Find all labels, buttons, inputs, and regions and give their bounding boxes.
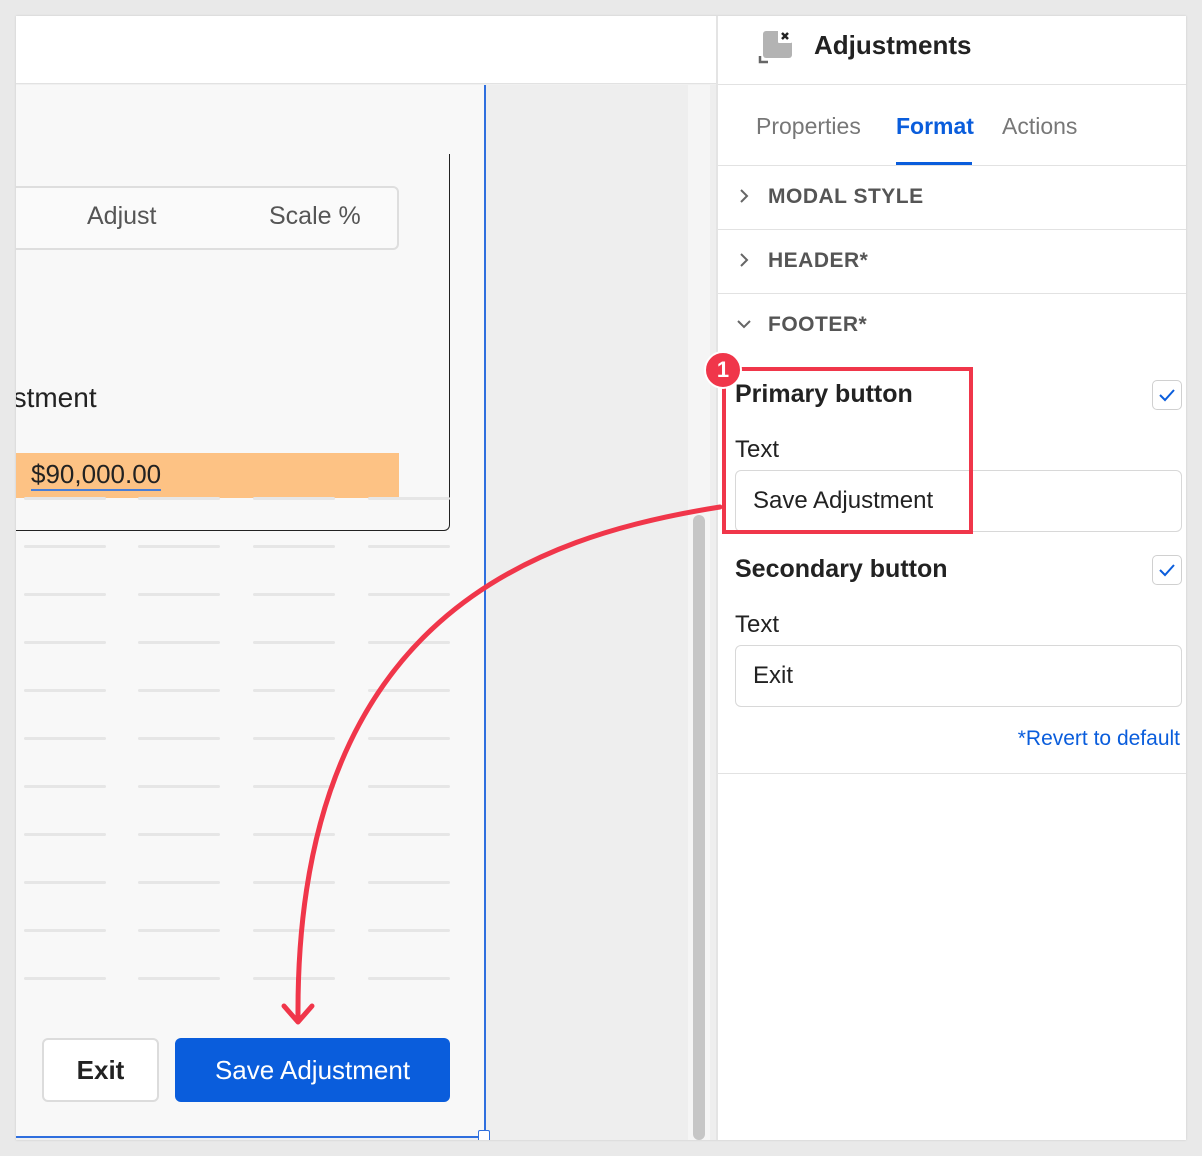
- adjustment-label: ustment: [16, 382, 97, 413]
- canvas-scrollbar[interactable]: [688, 85, 710, 1140]
- scrollbar-thumb[interactable]: [693, 515, 705, 1140]
- secondary-button-checkbox[interactable]: [1152, 555, 1182, 585]
- section-modal-style[interactable]: MODAL STYLE: [718, 166, 1186, 230]
- tab-adjust[interactable]: Adjust: [87, 202, 156, 231]
- chevron-right-icon: [740, 253, 749, 267]
- check-icon: [1159, 389, 1175, 402]
- exit-button[interactable]: Exit: [42, 1038, 159, 1102]
- secondary-text-input[interactable]: [735, 645, 1182, 707]
- tab-properties[interactable]: Properties: [756, 113, 861, 140]
- app-frame: Adjust Scale % ustment $90,000.00 Exit S…: [16, 16, 1186, 1140]
- amount-row: $90,000.00: [16, 453, 399, 498]
- modal-icon: [758, 29, 792, 64]
- segmented-tabs: Adjust Scale %: [16, 186, 399, 250]
- modal-preview[interactable]: Adjust Scale % ustment $90,000.00: [16, 85, 486, 1138]
- tab-actions[interactable]: Actions: [1002, 113, 1077, 140]
- section-label: HEADER*: [768, 249, 869, 272]
- section-label: FOOTER*: [768, 313, 868, 336]
- active-tab-indicator: [896, 162, 972, 165]
- chevron-down-icon: [737, 320, 751, 329]
- adjustment-card: Adjust Scale % ustment $90,000.00: [16, 154, 450, 531]
- amount-value[interactable]: $90,000.00: [31, 459, 162, 491]
- panel-title: Adjustments: [814, 30, 972, 60]
- revert-to-default-link[interactable]: *Revert to default: [1018, 727, 1180, 751]
- annotation-highlight-box: [722, 367, 973, 534]
- primary-button-checkbox[interactable]: [1152, 380, 1182, 410]
- section-header[interactable]: HEADER*: [718, 230, 1186, 294]
- canvas-background: [486, 85, 716, 1140]
- properties-panel: Adjustments Properties Format Actions MO…: [716, 16, 1186, 1140]
- secondary-text-label: Text: [735, 611, 780, 638]
- section-label: MODAL STYLE: [768, 185, 924, 208]
- tab-format[interactable]: Format: [896, 113, 974, 140]
- save-adjustment-button[interactable]: Save Adjustment: [175, 1038, 450, 1102]
- canvas-toolbar: [16, 16, 716, 84]
- check-icon: [1159, 564, 1175, 577]
- panel-header: Adjustments: [718, 16, 1186, 85]
- secondary-button-title: Secondary button: [735, 555, 948, 583]
- resize-handle[interactable]: [478, 1130, 490, 1140]
- section-footer[interactable]: FOOTER*: [718, 294, 1186, 358]
- panel-divider: [718, 773, 1186, 774]
- annotation-step-badge: 1: [704, 351, 742, 389]
- panel-tabs: Properties Format Actions: [718, 85, 1186, 166]
- tab-scale-percent[interactable]: Scale %: [269, 202, 361, 231]
- chevron-right-icon: [740, 189, 749, 203]
